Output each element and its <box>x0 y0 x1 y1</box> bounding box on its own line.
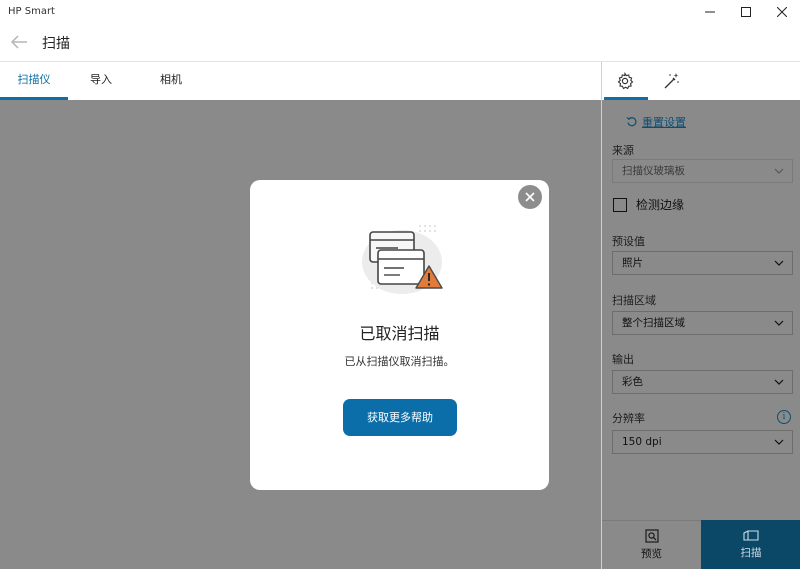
scan-cancelled-dialog: 已取消扫描 已从扫描仪取消扫描。 获取更多帮助 <box>250 180 549 490</box>
magic-wand-icon <box>664 73 679 89</box>
preset-label: 预设值 <box>612 235 645 248</box>
scanner-warning-illustration <box>362 225 443 294</box>
reset-settings-link[interactable]: 重置设置 <box>626 114 686 130</box>
get-more-help-button[interactable]: 获取更多帮助 <box>343 399 457 436</box>
preview-button[interactable]: 预览 <box>602 520 701 569</box>
chevron-down-icon <box>774 168 784 174</box>
chevron-down-icon <box>774 320 784 326</box>
source-select: 扫描仪玻璃板 <box>612 159 793 183</box>
resolution-select[interactable]: 150 dpi <box>612 430 793 454</box>
output-select[interactable]: 彩色 <box>612 370 793 394</box>
settings-panel: 重置设置 来源 扫描仪玻璃板 检测边缘 预设值 照片 扫描区域 整个扫描区域 输… <box>601 62 800 569</box>
scan-button[interactable]: 扫描 <box>701 520 800 569</box>
detect-edges-label: 检测边缘 <box>636 198 685 212</box>
source-tabs: 扫描仪 导入 相机 <box>0 62 601 100</box>
gear-icon <box>617 72 634 90</box>
preset-value: 照片 <box>622 257 643 269</box>
output-value: 彩色 <box>622 376 643 388</box>
preset-select[interactable]: 照片 <box>612 251 793 275</box>
maximize-button[interactable] <box>728 0 764 24</box>
chevron-down-icon <box>774 439 784 445</box>
chevron-down-icon <box>774 379 784 385</box>
minimize-icon <box>705 11 715 13</box>
title-bar: HP Smart <box>0 0 800 24</box>
back-button[interactable] <box>8 32 30 54</box>
chevron-down-icon <box>774 260 784 266</box>
tab-import[interactable]: 导入 <box>74 62 128 100</box>
preview-button-label: 预览 <box>641 548 662 560</box>
dialog-title: 已取消扫描 <box>359 324 440 343</box>
output-label: 输出 <box>612 353 634 366</box>
scan-button-label: 扫描 <box>740 546 762 559</box>
detect-edges-checkbox[interactable] <box>613 198 627 212</box>
source-value: 扫描仪玻璃板 <box>622 165 685 177</box>
tab-enhance[interactable] <box>648 62 694 100</box>
app-title: HP Smart <box>8 6 55 17</box>
tab-settings[interactable] <box>602 62 648 100</box>
page-header: 扫描 <box>0 24 800 62</box>
scan-area-select[interactable]: 整个扫描区域 <box>612 311 793 335</box>
dialog-message: 已从扫描仪取消扫描。 <box>344 355 455 368</box>
panel-tabs <box>602 62 800 100</box>
tab-scanner[interactable]: 扫描仪 <box>0 62 68 100</box>
close-window-button[interactable] <box>764 0 800 24</box>
scan-area-value: 整个扫描区域 <box>622 317 685 329</box>
back-arrow-icon <box>10 35 27 49</box>
info-icon[interactable]: i <box>777 410 791 424</box>
dialog-close-button[interactable] <box>518 185 542 209</box>
minimize-button[interactable] <box>692 0 728 24</box>
scan-area-label: 扫描区域 <box>612 294 656 307</box>
preview-icon <box>644 529 659 543</box>
reset-settings-label: 重置设置 <box>642 116 686 129</box>
resolution-value: 150 dpi <box>622 436 662 448</box>
close-icon <box>525 192 535 202</box>
source-label: 来源 <box>612 144 634 157</box>
scan-icon <box>743 529 759 541</box>
maximize-icon <box>741 7 751 17</box>
page-title: 扫描 <box>42 36 70 52</box>
close-icon <box>777 7 787 17</box>
reset-icon <box>626 116 637 127</box>
tab-camera[interactable]: 相机 <box>144 62 198 100</box>
resolution-label: 分辨率 <box>612 412 645 425</box>
